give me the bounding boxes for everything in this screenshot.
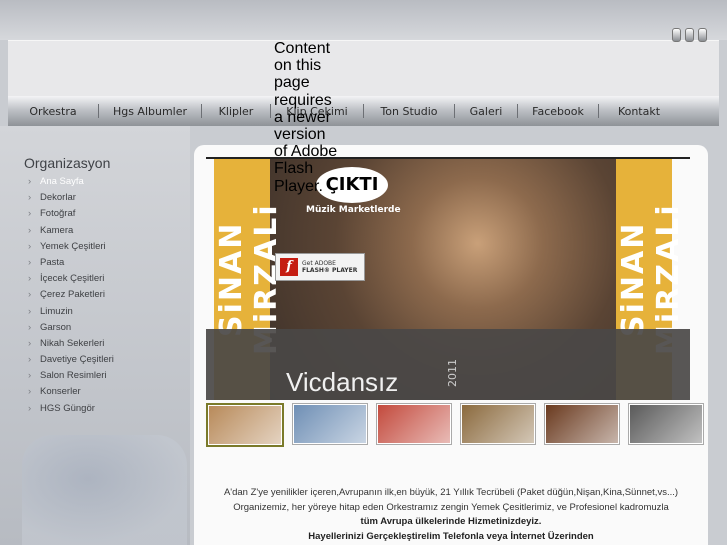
social-icon[interactable] <box>698 28 707 42</box>
sidebar-menu: › Ana Sayfa › Dekorlar › Fotoğraf › Kamera ›… <box>28 176 114 419</box>
nav-hgs-albumler[interactable]: Hgs Albumler <box>99 105 201 118</box>
sidebar-item-dekorlar[interactable]: › Dekorlar <box>28 192 114 208</box>
sidebar-item-hgs-gungor[interactable]: › HGS Güngör <box>28 403 114 419</box>
social-icon[interactable] <box>685 28 694 42</box>
flash-icon: f <box>280 258 298 276</box>
sidebar-item-konserler[interactable]: › Konserler <box>28 386 114 402</box>
sidebar-item-salon[interactable]: › Salon Resimleri <box>28 370 114 386</box>
intro-line: Organizemiz, her yöreye hitap eden Orkes… <box>233 501 669 513</box>
get-flash-player-button[interactable]: f Get ADOBE FLASH® PLAYER <box>275 253 365 281</box>
flash-required-message: Content on this page requires a newer ve… <box>274 40 338 195</box>
thumbnail[interactable] <box>376 403 452 445</box>
sidebar-item-fotograf[interactable]: › Fotoğraf <box>28 208 114 224</box>
nav-ton-studio[interactable]: Ton Studio <box>364 105 454 118</box>
thumbnail[interactable] <box>206 403 284 447</box>
nav-klipler[interactable]: Klipler <box>202 105 270 118</box>
thumbnail-image <box>378 405 450 443</box>
sidebar-item-nikah[interactable]: › Nikah Sekerleri <box>28 338 114 354</box>
sidebar-item-pasta[interactable]: › Pasta <box>28 257 114 273</box>
flash-badge-line2: FLASH® PLAYER <box>302 267 358 274</box>
banner-subline: Müzik Marketlerde <box>306 205 401 215</box>
nav-orkestra[interactable]: Orkestra <box>8 105 98 118</box>
top-band <box>0 0 727 40</box>
chevron-right-icon: › <box>28 354 32 366</box>
chevron-right-icon: › <box>28 176 32 187</box>
chevron-right-icon: › <box>28 402 32 414</box>
sidebar-item-ana-sayfa[interactable]: › Ana Sayfa <box>28 176 114 192</box>
sidebar-title: Organizasyon <box>24 155 111 171</box>
intro-line: A'dan Z'ye yenilikler içeren,Avrupanın i… <box>223 487 679 498</box>
header <box>8 40 719 99</box>
social-icon[interactable] <box>672 28 681 42</box>
sidebar-item-davetiye[interactable]: › Davetiye Çeşitleri <box>28 354 114 370</box>
main-nav: Orkestra Hgs Albumler Klipler Klip Cekim… <box>8 96 719 126</box>
thumbnail[interactable] <box>460 403 536 445</box>
chevron-right-icon: › <box>28 240 32 252</box>
sidebar-item-yemek[interactable]: › Yemek Çeşitleri <box>28 241 114 257</box>
chevron-right-icon: › <box>28 289 32 301</box>
thumbnail-image <box>630 405 702 443</box>
thumbnail-strip <box>206 403 704 447</box>
flash-badge-line1: Get ADOBE <box>302 260 336 267</box>
nav-galeri[interactable]: Galeri <box>455 105 517 118</box>
thumbnail[interactable] <box>628 403 704 445</box>
sidebar-item-cerez[interactable]: › Çerez Paketleri <box>28 289 114 305</box>
social-icons <box>672 28 707 42</box>
intro-line: tüm Avrupa ülkelerinde Hizmetinizdeyiz. <box>360 516 542 527</box>
chevron-right-icon: › <box>28 321 32 333</box>
nav-kontakt[interactable]: Kontakt <box>599 105 679 118</box>
chevron-right-icon: › <box>28 386 32 398</box>
album-title: Vicdansız <box>286 367 399 397</box>
chevron-right-icon: › <box>28 305 32 317</box>
chevron-right-icon: › <box>28 192 32 204</box>
chevron-right-icon: › <box>28 208 32 220</box>
chevron-right-icon: › <box>28 273 32 285</box>
thumbnail-image <box>294 405 366 443</box>
thumbnail[interactable] <box>544 403 620 445</box>
chevron-right-icon: › <box>28 256 32 268</box>
intro-text: A'dan Z'ye yenilikler içeren,Avrupanın i… <box>196 486 706 544</box>
sidebar-item-kamera[interactable]: › Kamera <box>28 225 114 241</box>
album-year: 2011 <box>446 359 459 387</box>
thumbnail-image <box>546 405 618 443</box>
chevron-right-icon: › <box>28 337 32 349</box>
band-photo <box>22 435 187 545</box>
sidebar-item-icecek[interactable]: › İçecek Çeşitleri <box>28 273 114 289</box>
sidebar-item-garson[interactable]: › Garson <box>28 322 114 338</box>
nav-facebook[interactable]: Facebook <box>518 105 598 118</box>
sidebar-item-limuzin[interactable]: › Limuzin <box>28 306 114 322</box>
thumbnail-image <box>462 405 534 443</box>
intro-line: Hayellerinizi Gerçekleştirelim Telefonla… <box>308 530 594 542</box>
thumbnail-image <box>209 406 281 444</box>
chevron-right-icon: › <box>28 370 32 382</box>
thumbnail[interactable] <box>292 403 368 445</box>
chevron-right-icon: › <box>28 224 32 236</box>
